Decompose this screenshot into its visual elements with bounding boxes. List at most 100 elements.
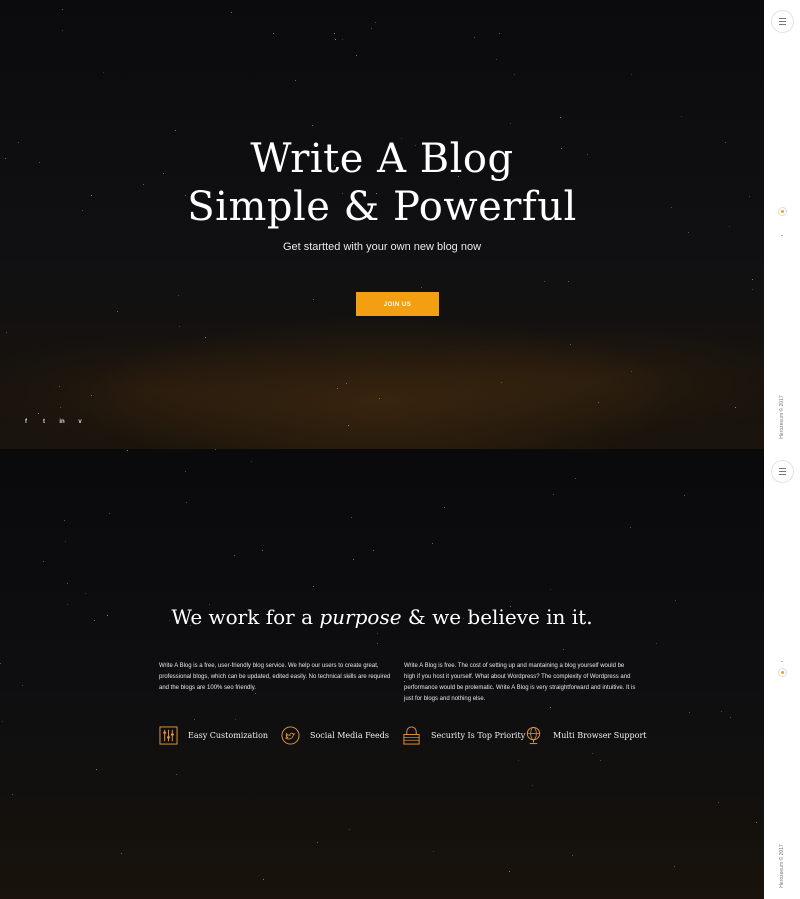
star bbox=[335, 39, 336, 40]
social-links: f t in v bbox=[21, 416, 85, 428]
star bbox=[59, 386, 60, 387]
star bbox=[12, 794, 13, 795]
star bbox=[553, 494, 554, 495]
star bbox=[295, 80, 296, 81]
star bbox=[313, 299, 314, 300]
feature-security: Security Is Top Priority bbox=[402, 725, 525, 745]
copyright: Herozeeum © 2017 bbox=[775, 836, 789, 896]
star bbox=[194, 719, 195, 720]
star bbox=[85, 593, 86, 594]
star bbox=[109, 513, 110, 514]
join-us-button[interactable]: JOIN US bbox=[356, 292, 439, 316]
copyright-text: Herozeeum © 2017 bbox=[779, 844, 785, 888]
lock-icon bbox=[403, 726, 420, 745]
star bbox=[334, 33, 335, 34]
star bbox=[509, 871, 510, 872]
star bbox=[730, 717, 731, 718]
star bbox=[572, 855, 573, 856]
star bbox=[681, 116, 682, 117]
star bbox=[96, 769, 97, 770]
menu-line bbox=[779, 18, 786, 19]
star bbox=[251, 461, 252, 462]
star bbox=[656, 643, 657, 644]
star bbox=[631, 74, 632, 75]
feature-social-feeds: Social Media Feeds bbox=[281, 725, 389, 745]
sliders-icon bbox=[159, 725, 178, 745]
about-title-before: We work for a bbox=[171, 605, 320, 629]
star bbox=[550, 707, 551, 708]
menu-line bbox=[779, 471, 786, 472]
star bbox=[499, 33, 500, 34]
star bbox=[550, 589, 551, 590]
about-title: We work for a purpose & we believe in it… bbox=[0, 605, 764, 629]
star bbox=[185, 471, 186, 472]
star bbox=[186, 502, 187, 503]
star bbox=[353, 559, 354, 560]
star bbox=[215, 449, 216, 450]
star bbox=[234, 555, 235, 556]
star bbox=[630, 527, 631, 528]
about-paragraph-left: Write A Blog is a free, user-friendly bl… bbox=[159, 663, 391, 691]
twitter-icon[interactable]: t bbox=[39, 416, 49, 428]
star bbox=[337, 388, 338, 389]
feature-browser-support: Multi Browser Support bbox=[524, 725, 647, 745]
star bbox=[176, 774, 177, 775]
star bbox=[60, 407, 61, 408]
star bbox=[235, 719, 236, 720]
star bbox=[263, 879, 264, 880]
star bbox=[43, 561, 44, 562]
star bbox=[65, 541, 66, 542]
side-rail: Herozeeum © 2017 Herozeeum © 2017 bbox=[764, 0, 800, 899]
star bbox=[205, 337, 206, 338]
star bbox=[342, 39, 343, 40]
star bbox=[67, 583, 68, 584]
menu-line bbox=[779, 21, 786, 22]
star bbox=[532, 785, 533, 786]
star bbox=[373, 550, 374, 551]
hero-title-line2: Simple & Powerful bbox=[187, 184, 577, 230]
copyright: Herozeeum © 2017 bbox=[775, 387, 789, 447]
feature-label: Easy Customization bbox=[188, 730, 269, 740]
star bbox=[510, 123, 511, 124]
star bbox=[121, 853, 122, 854]
star bbox=[568, 281, 569, 282]
feature-label: Social Media Feeds bbox=[310, 730, 389, 740]
star bbox=[178, 295, 179, 296]
star bbox=[752, 279, 753, 280]
star bbox=[674, 866, 675, 867]
star bbox=[444, 507, 445, 508]
menu-button[interactable] bbox=[771, 460, 794, 483]
menu-button[interactable] bbox=[771, 10, 794, 33]
linkedin-icon[interactable]: in bbox=[57, 416, 67, 428]
section-nav-tick[interactable] bbox=[781, 235, 783, 236]
vimeo-icon[interactable]: v bbox=[75, 416, 85, 428]
star bbox=[570, 344, 571, 345]
star bbox=[103, 72, 104, 73]
star bbox=[317, 842, 318, 843]
star bbox=[349, 829, 350, 830]
star bbox=[117, 311, 118, 312]
facebook-icon[interactable]: f bbox=[21, 416, 31, 428]
menu-line bbox=[779, 474, 786, 475]
section-nav-dot[interactable] bbox=[778, 668, 787, 677]
star bbox=[62, 9, 63, 10]
star bbox=[313, 586, 314, 587]
star bbox=[718, 802, 719, 803]
star bbox=[179, 326, 180, 327]
star bbox=[231, 12, 232, 13]
menu-line bbox=[779, 24, 786, 25]
menu-line bbox=[779, 468, 786, 469]
about-title-after: & we believe in it. bbox=[401, 605, 593, 629]
hero-section: Write A Blog Simple & Powerful Get start… bbox=[0, 0, 764, 449]
star bbox=[560, 117, 561, 118]
star bbox=[474, 37, 475, 38]
section-nav-dot[interactable] bbox=[778, 207, 787, 216]
star bbox=[544, 281, 545, 282]
star bbox=[375, 22, 376, 23]
star bbox=[64, 520, 65, 521]
star bbox=[22, 685, 23, 686]
star bbox=[421, 287, 422, 288]
star bbox=[348, 425, 349, 426]
section-nav-tick[interactable] bbox=[781, 661, 783, 662]
star bbox=[563, 649, 564, 650]
